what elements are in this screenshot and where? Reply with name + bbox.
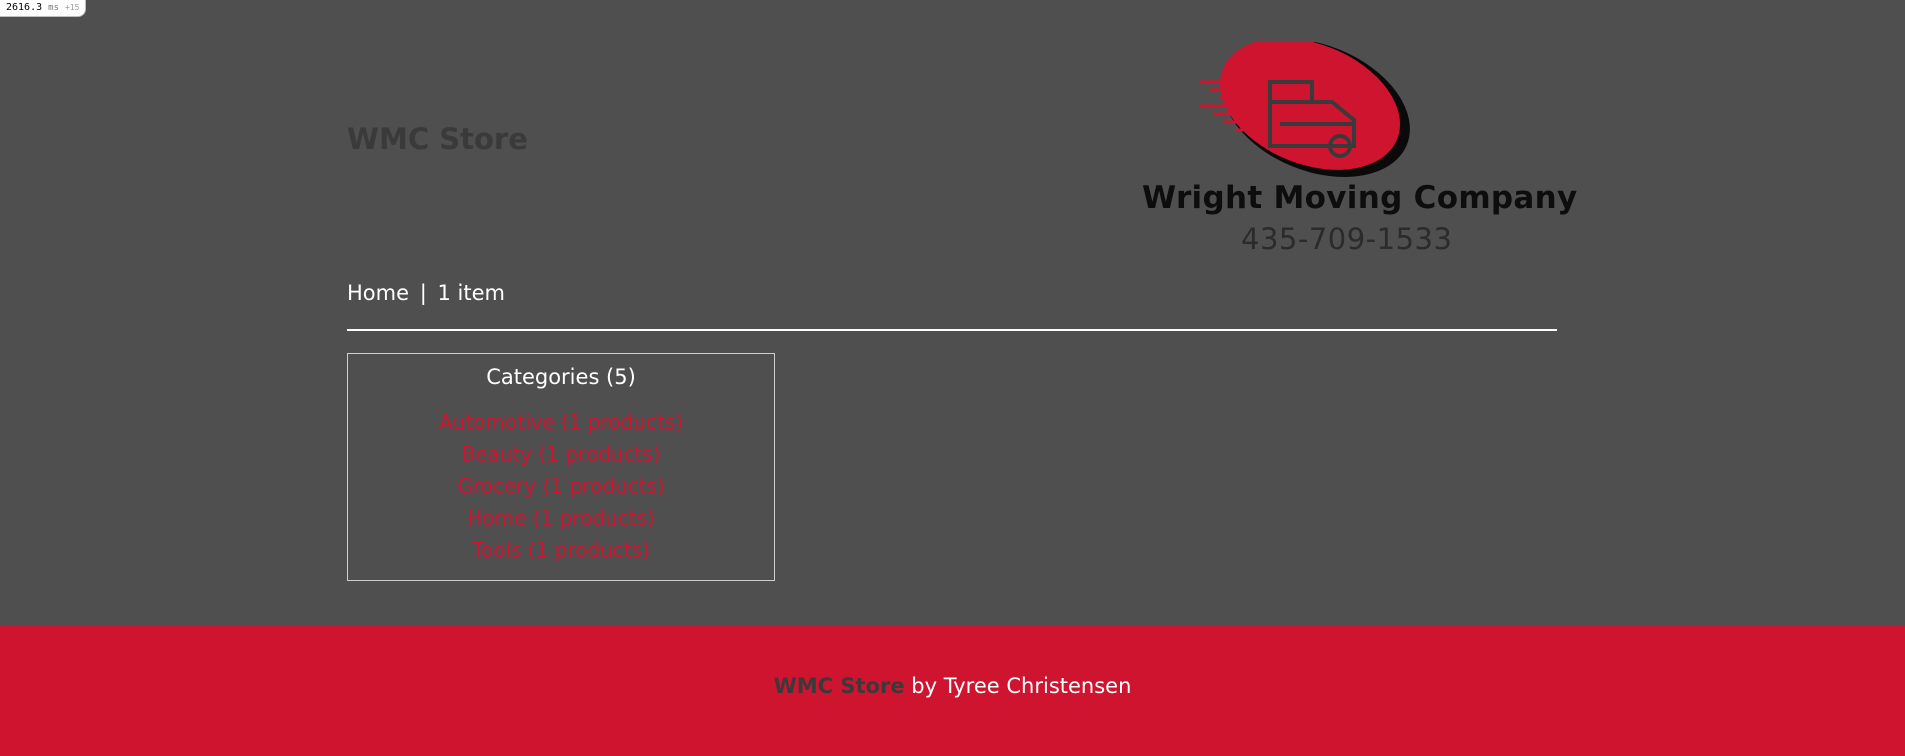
logo-company-name: Wright Moving Company bbox=[1142, 180, 1578, 216]
nav-divider bbox=[347, 329, 1557, 331]
logo-phone: 435-709-1533 bbox=[1241, 222, 1453, 256]
truck-logo-icon bbox=[1200, 42, 1410, 177]
site-title[interactable]: WMC Store bbox=[347, 122, 528, 156]
footer: WMC Store by Tyree Christensen bbox=[0, 626, 1905, 756]
category-link-home[interactable]: Home (1 products) bbox=[467, 506, 654, 530]
list-item: Home (1 products) bbox=[348, 502, 774, 534]
nav-separator: | bbox=[419, 281, 427, 305]
perf-badge: 2616.3 ms +15 bbox=[0, 0, 87, 17]
footer-brand[interactable]: WMC Store bbox=[774, 674, 905, 698]
footer-author: by Tyree Christensen bbox=[904, 674, 1132, 698]
categories-title: Categories (5) bbox=[486, 365, 636, 389]
list-item: Beauty (1 products) bbox=[348, 438, 774, 470]
categories-panel: Categories (5) Automotive (1 products) B… bbox=[347, 353, 775, 581]
perf-extra: +15 bbox=[65, 3, 80, 12]
category-link-tools[interactable]: Tools (1 products) bbox=[472, 538, 650, 562]
nav-cart-link[interactable]: 1 item bbox=[437, 281, 504, 305]
category-link-beauty[interactable]: Beauty (1 products) bbox=[461, 442, 660, 466]
list-item: Grocery (1 products) bbox=[348, 470, 774, 502]
footer-text: WMC Store by Tyree Christensen bbox=[0, 674, 1905, 698]
category-link-automotive[interactable]: Automotive (1 products) bbox=[439, 410, 683, 434]
perf-unit: ms bbox=[48, 3, 59, 13]
category-link-grocery[interactable]: Grocery (1 products) bbox=[457, 474, 664, 498]
perf-value: 2616.3 bbox=[6, 2, 43, 13]
list-item: Automotive (1 products) bbox=[348, 406, 774, 438]
nav-bar: Home | 1 item bbox=[347, 281, 505, 305]
category-list: Automotive (1 products) Beauty (1 produc… bbox=[348, 406, 774, 566]
list-item: Tools (1 products) bbox=[348, 534, 774, 566]
nav-home-link[interactable]: Home bbox=[347, 281, 409, 305]
